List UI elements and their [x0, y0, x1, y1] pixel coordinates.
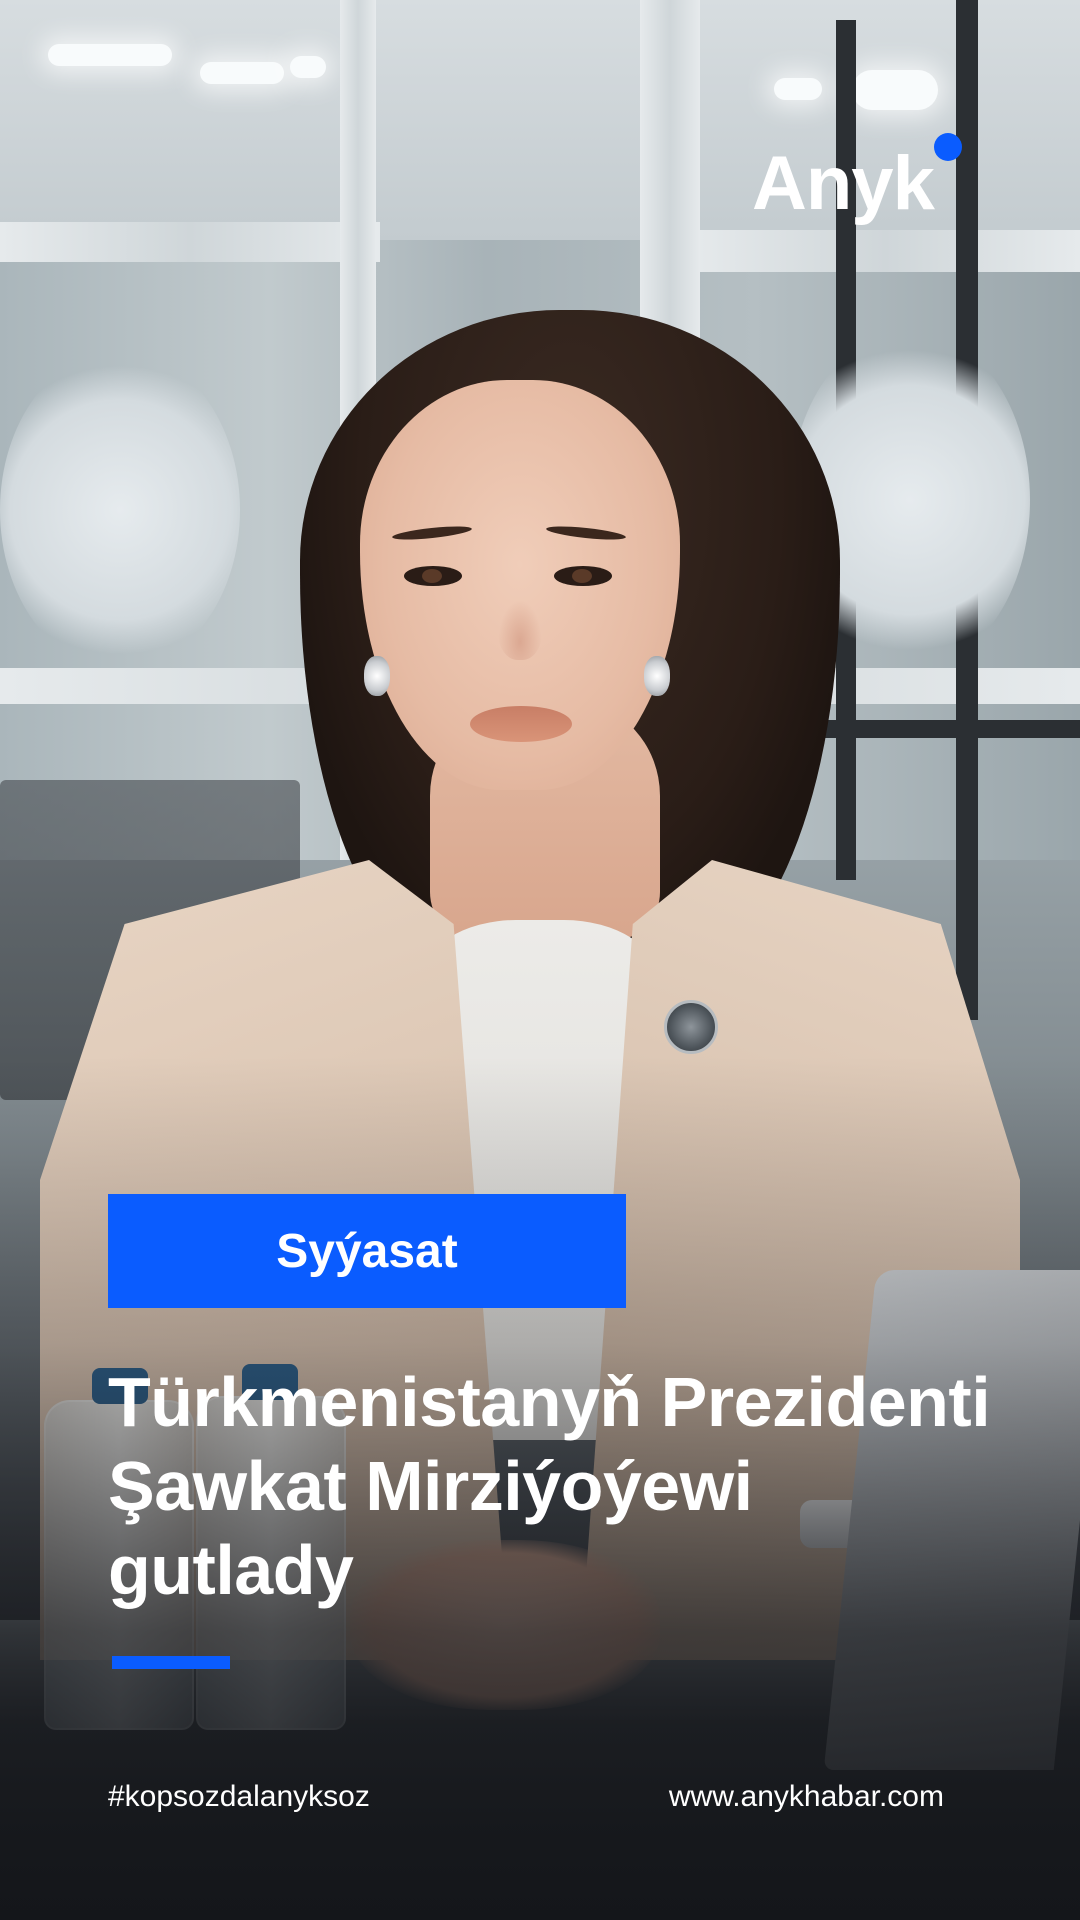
headline-line: Şawkat Mirziýoýewi	[108, 1447, 753, 1525]
news-story-card: Anyk Syýasat Türkmenistanyň Prezidenti Ş…	[0, 0, 1080, 1920]
bottom-gradient-overlay	[0, 0, 1080, 1920]
headline-accent-line	[112, 1656, 230, 1669]
brand-logo-dot	[934, 133, 962, 161]
category-badge: Syýasat	[108, 1194, 626, 1308]
hashtag: #kopsozdalanyksoz	[108, 1780, 370, 1813]
headline: Türkmenistanyň Prezidenti Şawkat Mirziýo…	[108, 1360, 1008, 1612]
headline-line: Türkmenistanyň Prezidenti	[108, 1363, 991, 1441]
brand-logo: Anyk	[752, 141, 935, 226]
category-label: Syýasat	[276, 1224, 458, 1278]
headline-line: gutlady	[108, 1531, 354, 1609]
website-url: www.anykhabar.com	[668, 1780, 944, 1813]
